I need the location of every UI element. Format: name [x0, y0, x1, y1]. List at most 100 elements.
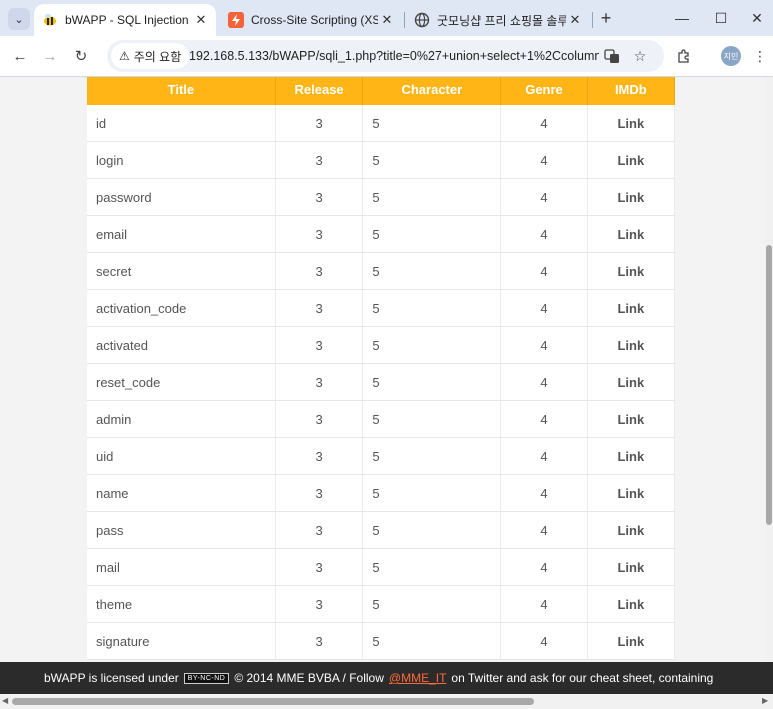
- tab-separator: [592, 12, 593, 28]
- imdb-link[interactable]: Link: [587, 215, 676, 253]
- minimize-button[interactable]: —: [667, 6, 697, 30]
- cell-character: 5: [362, 252, 502, 290]
- imdb-link[interactable]: Link: [587, 400, 676, 438]
- cell-genre: 4: [500, 363, 588, 401]
- cell-character: 5: [362, 289, 502, 327]
- imdb-link[interactable]: Link: [587, 474, 676, 512]
- imdb-link[interactable]: Link: [587, 326, 676, 364]
- cell-genre: 4: [500, 178, 588, 216]
- table-row: mail 3 5 4 Link: [87, 548, 676, 586]
- cell-title: activation_code: [87, 289, 276, 327]
- tab-bwapp[interactable]: bWAPP - SQL Injection ✕: [34, 4, 216, 36]
- cell-genre: 4: [500, 474, 588, 512]
- cell-genre: 4: [500, 622, 588, 660]
- tab-goodmorning[interactable]: 굿모닝샵 프리 쇼핑몰 솔루 ✕: [406, 4, 590, 36]
- scroll-right-icon[interactable]: ▶: [762, 696, 768, 705]
- imdb-link[interactable]: Link: [587, 511, 676, 549]
- table-row: secret 3 5 4 Link: [87, 252, 676, 290]
- imdb-link[interactable]: Link: [587, 289, 676, 327]
- tab-xss[interactable]: Cross-Site Scripting (XSS) ✕: [220, 4, 402, 36]
- scrollbar-thumb[interactable]: [766, 245, 772, 525]
- cell-title: password: [87, 178, 276, 216]
- imdb-link[interactable]: Link: [587, 178, 676, 216]
- close-window-button[interactable]: ✕: [742, 6, 772, 30]
- arrow-right-icon: →: [42, 47, 58, 65]
- cell-release: 3: [275, 585, 364, 623]
- forward-button[interactable]: →: [38, 44, 62, 68]
- cell-release: 3: [275, 363, 364, 401]
- warning-icon: ⚠: [119, 49, 130, 63]
- bolt-icon: [228, 12, 244, 28]
- imdb-link[interactable]: Link: [587, 437, 676, 475]
- table-row: theme 3 5 4 Link: [87, 585, 676, 623]
- close-icon[interactable]: ✕: [566, 12, 584, 28]
- translate-icon[interactable]: [602, 46, 622, 66]
- imdb-link[interactable]: Link: [587, 252, 676, 290]
- new-tab-button[interactable]: +: [596, 8, 616, 28]
- more-vertical-icon: ⋮: [753, 47, 767, 64]
- tab-title: Cross-Site Scripting (XSS): [251, 13, 378, 27]
- imdb-link[interactable]: Link: [587, 585, 676, 623]
- scrollbar-thumb[interactable]: [12, 698, 534, 705]
- cell-genre: 4: [500, 585, 588, 623]
- cell-genre: 4: [500, 289, 588, 327]
- cell-title: id: [87, 105, 276, 142]
- cell-character: 5: [362, 622, 502, 660]
- address-bar[interactable]: ⚠ 주의 요함 192.168.5.133/bWAPP/sqli_1.php?t…: [107, 40, 664, 72]
- table-row: reset_code 3 5 4 Link: [87, 363, 676, 401]
- tab-title: bWAPP - SQL Injection: [65, 13, 189, 27]
- tab-search-button[interactable]: ⌄: [8, 8, 30, 30]
- table-row: login 3 5 4 Link: [87, 141, 676, 179]
- twitter-link[interactable]: @MME_IT: [389, 671, 447, 685]
- imdb-link[interactable]: Link: [587, 141, 676, 179]
- column-header-imdb: IMDb: [587, 77, 676, 105]
- tab-separator: [404, 12, 405, 28]
- security-chip[interactable]: ⚠ 주의 요함: [111, 43, 190, 69]
- maximize-icon: ☐: [714, 9, 728, 26]
- close-icon[interactable]: ✕: [192, 12, 210, 28]
- close-icon: ✕: [751, 9, 763, 26]
- cell-title: reset_code: [87, 363, 276, 401]
- tab-strip: ⌄ bWAPP - SQL Injection ✕ Cross-Site Scr…: [0, 0, 773, 36]
- table-row: id 3 5 4 Link: [87, 105, 676, 142]
- imdb-link[interactable]: Link: [587, 363, 676, 401]
- imdb-link[interactable]: Link: [587, 622, 676, 660]
- cell-genre: 4: [500, 400, 588, 438]
- vertical-scrollbar[interactable]: [765, 77, 773, 694]
- cell-release: 3: [275, 548, 364, 586]
- imdb-link[interactable]: Link: [587, 548, 676, 586]
- profile-avatar[interactable]: 지민: [721, 46, 741, 66]
- extensions-button[interactable]: [672, 44, 696, 68]
- url-text[interactable]: 192.168.5.133/bWAPP/sqli_1.php?title=0%2…: [189, 40, 599, 72]
- scroll-left-icon[interactable]: ◀: [2, 696, 8, 705]
- table-row: uid 3 5 4 Link: [87, 437, 676, 475]
- horizontal-scrollbar[interactable]: ◀ ▶: [0, 694, 773, 709]
- cell-character: 5: [362, 400, 502, 438]
- table-row: activated 3 5 4 Link: [87, 326, 676, 364]
- table-row: pass 3 5 4 Link: [87, 511, 676, 549]
- maximize-button[interactable]: ☐: [706, 6, 736, 30]
- table-row: email 3 5 4 Link: [87, 215, 676, 253]
- cell-release: 3: [275, 622, 364, 660]
- cell-genre: 4: [500, 511, 588, 549]
- cell-title: email: [87, 215, 276, 253]
- reload-button[interactable]: ↻: [69, 44, 93, 68]
- back-button[interactable]: ←: [8, 44, 32, 68]
- cell-release: 3: [275, 178, 364, 216]
- imdb-link[interactable]: Link: [587, 105, 676, 142]
- security-label: 주의 요함: [133, 49, 182, 64]
- cell-title: admin: [87, 400, 276, 438]
- chevron-down-icon: ⌄: [14, 13, 24, 26]
- cell-character: 5: [362, 363, 502, 401]
- globe-icon: [414, 12, 430, 28]
- close-icon[interactable]: ✕: [378, 12, 396, 28]
- browser-menu-button[interactable]: ⋮: [748, 44, 772, 68]
- cell-title: name: [87, 474, 276, 512]
- footer-cheatsheet-text: on Twitter and ask for our cheat sheet, …: [451, 671, 714, 685]
- cell-character: 5: [362, 585, 502, 623]
- table-row: password 3 5 4 Link: [87, 178, 676, 216]
- cell-release: 3: [275, 289, 364, 327]
- star-icon[interactable]: ☆: [630, 46, 650, 66]
- cc-license-badge[interactable]: BY-NC-ND: [183, 672, 230, 684]
- cell-title: secret: [87, 252, 276, 290]
